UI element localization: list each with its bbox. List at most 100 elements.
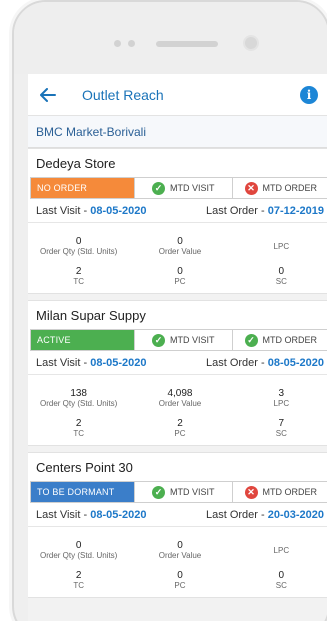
metric-value: 0: [75, 235, 82, 247]
app-bar: Outlet Reach i: [28, 74, 327, 116]
cross-circle-icon: ✕: [244, 485, 258, 499]
metric-order-value: 4,098 Order Value: [129, 379, 230, 417]
status-row: ACTIVE ✓ MTD VISIT ✓ MTD ORDER: [30, 329, 327, 351]
metric-order-value: 0 Order Value: [129, 531, 230, 569]
metric-sc: 0 SC: [231, 569, 327, 591]
mtd-visit-label: MTD VISIT: [170, 487, 215, 497]
metric-tc: 2 TC: [28, 265, 129, 287]
mtd-order-indicator: ✕ MTD ORDER: [231, 482, 327, 502]
metric-label: TC: [73, 276, 84, 286]
metric-value: 2: [177, 417, 183, 429]
arrow-left-icon: [40, 87, 56, 102]
last-order-date: 07-12-2019: [267, 204, 324, 217]
mtd-order-label: MTD ORDER: [262, 335, 318, 345]
metric-pc: 2 PC: [129, 417, 230, 439]
status-row: TO BE DORMANT ✓ MTD VISIT ✕ MTD ORDER: [30, 481, 327, 503]
last-visit-label: Last Visit -: [36, 508, 91, 521]
mtd-visit-label: MTD VISIT: [170, 335, 215, 345]
check-circle-icon: ✓: [152, 333, 165, 347]
metric-label: SC: [275, 276, 287, 286]
visit-row: Last Visit - 08-05-2020 Last Order - 20-…: [28, 503, 327, 527]
last-order: Last Order - 08-05-2020: [206, 357, 324, 369]
last-visit-date: 08-05-2020: [90, 508, 147, 521]
check-circle-icon: ✓: [244, 333, 258, 347]
metric-value: 0: [278, 265, 285, 277]
metric-order-qty: 138 Order Qty (Std. Units): [28, 379, 129, 417]
last-visit: Last Visit - 08-05-2020: [36, 509, 147, 521]
mtd-order-label: MTD ORDER: [262, 183, 318, 193]
mtd-visit-indicator: ✓ MTD VISIT: [134, 482, 232, 502]
metric-order-qty: 0 Order Qty (Std. Units): [28, 227, 129, 265]
metric-order-qty: 0 Order Qty (Std. Units): [28, 531, 129, 569]
metric-label: SC: [275, 428, 287, 438]
outlet-name: Centers Point 30: [36, 459, 133, 475]
metric-value: 0: [177, 265, 183, 277]
metric-pc: 0 PC: [129, 569, 230, 591]
last-order-date: 08-05-2020: [267, 356, 324, 369]
last-visit: Last Visit - 08-05-2020: [36, 205, 147, 217]
metric-pc: 0 PC: [129, 265, 230, 287]
metric-label: Order Qty (Std. Units): [39, 398, 118, 408]
metric-sc: 7 SC: [231, 417, 327, 439]
metric-value: 7: [278, 417, 285, 429]
visit-row: Last Visit - 08-05-2020 Last Order - 08-…: [28, 351, 327, 375]
metric-label: TC: [73, 580, 84, 590]
metric-label: PC: [174, 580, 186, 590]
front-camera: [243, 35, 259, 51]
metric-lpc: 3 LPC: [231, 379, 327, 417]
metric-lpc: LPC: [231, 227, 327, 265]
last-order-label: Last Order -: [205, 204, 268, 217]
metric-label: SC: [275, 580, 287, 590]
metric-sc: 0 SC: [231, 265, 327, 287]
metric-value: 2: [75, 265, 82, 277]
outlet-name: Milan Supar Suppy: [36, 307, 146, 323]
metric-label: TC: [73, 428, 84, 438]
metric-label: Order Qty (Std. Units): [39, 246, 118, 256]
metrics-grid: 0 Order Qty (Std. Units) 0 Order Value LPC…: [28, 527, 327, 597]
last-order: Last Order - 20-03-2020: [206, 509, 324, 521]
sensor-dot: [114, 40, 121, 47]
metric-value: 2: [75, 417, 82, 429]
metric-label: Order Value: [158, 398, 202, 408]
metric-value: 4,098: [167, 387, 193, 399]
location-label: BMC Market-Borivali: [28, 116, 327, 148]
mtd-visit-indicator: ✓ MTD VISIT: [134, 178, 232, 198]
outlet-card[interactable]: Dedeya Store NO ORDER ✓ MTD VISIT ✕ MTD …: [28, 148, 327, 294]
last-visit-label: Last Visit -: [36, 356, 91, 369]
mtd-order-label: MTD ORDER: [262, 487, 318, 497]
last-visit: Last Visit - 08-05-2020: [36, 357, 147, 369]
status-badge: TO BE DORMANT: [31, 482, 134, 502]
metrics-grid: 0 Order Qty (Std. Units) 0 Order Value LPC…: [28, 223, 327, 293]
outlet-list: Dedeya Store NO ORDER ✓ MTD VISIT ✕ MTD …: [28, 148, 327, 598]
last-visit-date: 08-05-2020: [90, 356, 147, 369]
metric-label: LPC: [273, 398, 290, 408]
metric-value: 0: [177, 235, 183, 247]
visit-row: Last Visit - 08-05-2020 Last Order - 07-…: [28, 199, 327, 223]
metric-label: LPC: [273, 545, 290, 555]
last-order-label: Last Order -: [205, 508, 268, 521]
info-icon[interactable]: i: [300, 85, 318, 104]
mtd-order-indicator: ✕ MTD ORDER: [231, 178, 327, 198]
back-button[interactable]: [38, 85, 58, 105]
phone-top-bezel: [14, 2, 327, 74]
metric-tc: 2 TC: [28, 417, 129, 439]
phone-frame: Outlet Reach i BMC Market-Borivali Dedey…: [12, 0, 327, 621]
metric-label: Order Qty (Std. Units): [39, 550, 118, 560]
metric-tc: 2 TC: [28, 569, 129, 591]
outlet-card[interactable]: Milan Supar Suppy ACTIVE ✓ MTD VISIT ✓ M…: [28, 300, 327, 446]
status-badge: NO ORDER: [31, 178, 134, 198]
status-badge: ACTIVE: [31, 330, 134, 350]
metric-label: Order Value: [158, 246, 202, 256]
sensor-dot: [128, 40, 135, 47]
last-order: Last Order - 07-12-2019: [206, 205, 324, 217]
metric-value: 3: [278, 387, 285, 399]
outlet-card[interactable]: Centers Point 30 TO BE DORMANT ✓ MTD VIS…: [28, 452, 327, 598]
mtd-visit-indicator: ✓ MTD VISIT: [134, 330, 232, 350]
metric-value: 138: [70, 387, 87, 399]
last-visit-date: 08-05-2020: [90, 204, 147, 217]
metric-lpc: LPC: [231, 531, 327, 569]
status-row: NO ORDER ✓ MTD VISIT ✕ MTD ORDER: [30, 177, 327, 199]
cross-circle-icon: ✕: [244, 181, 258, 195]
last-visit-label: Last Visit -: [36, 204, 91, 217]
metric-order-value: 0 Order Value: [129, 227, 230, 265]
